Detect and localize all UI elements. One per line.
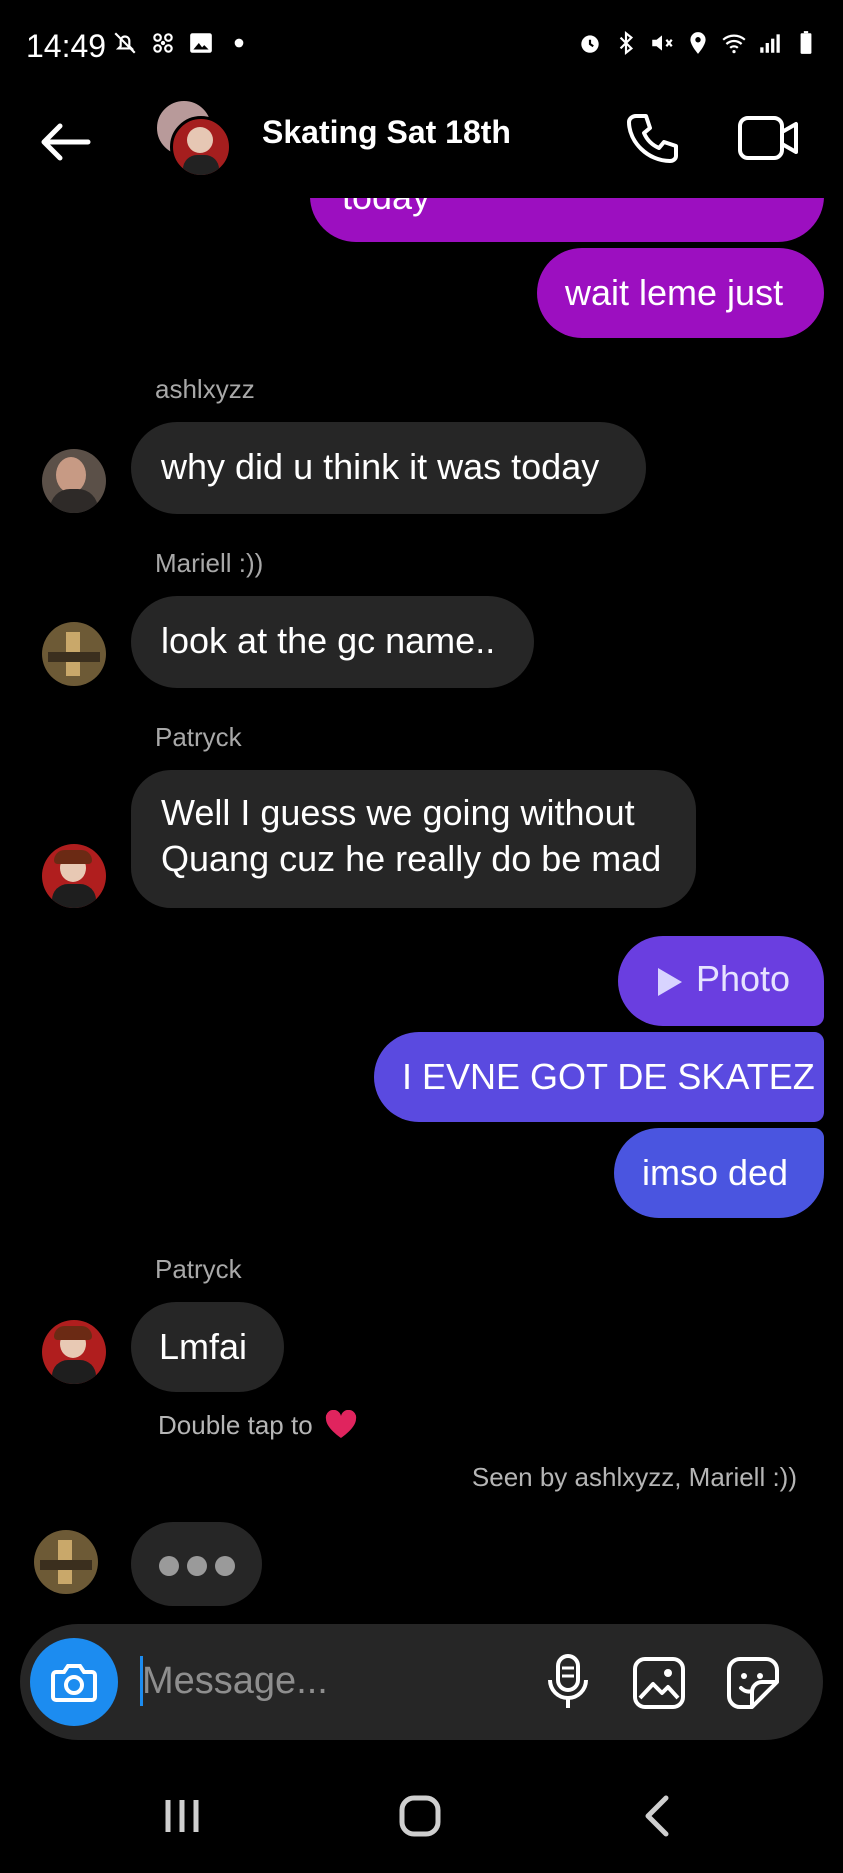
back-button[interactable] <box>34 114 94 170</box>
message-text: I EVNE GOT DE SKATEZ <box>402 1056 815 1097</box>
status-time: 14:49 <box>26 28 107 64</box>
avatar-front <box>170 116 232 178</box>
location-icon <box>690 32 706 54</box>
message-text: imso ded <box>642 1152 789 1193</box>
avatar[interactable] <box>34 1530 98 1594</box>
avatar[interactable] <box>42 449 106 513</box>
voice-button[interactable] <box>546 1652 590 1712</box>
heart-icon <box>325 1409 357 1438</box>
message-text: wait leme just <box>565 272 784 313</box>
dot-icon <box>234 38 244 48</box>
home-button[interactable] <box>398 1794 442 1838</box>
message-text: today <box>342 198 430 218</box>
fan-icon <box>153 33 173 53</box>
signal-icon <box>760 34 780 53</box>
outgoing-photo-message[interactable]: Photo <box>618 936 824 1026</box>
status-icons-right <box>577 30 819 56</box>
avatar[interactable] <box>42 622 106 686</box>
typing-indicator <box>131 1522 262 1606</box>
mute-icon <box>652 35 673 51</box>
double-tap-hint[interactable]: Double tap to <box>158 1409 358 1441</box>
gallery-icon <box>633 1657 685 1709</box>
outgoing-message[interactable]: I EVNE GOT DE SKATEZ <box>374 1032 824 1122</box>
video-call-button[interactable] <box>736 108 802 168</box>
incoming-message[interactable]: why did u think it was today <box>131 422 646 514</box>
incoming-message[interactable]: Lmfai <box>131 1302 284 1392</box>
camera-button[interactable] <box>30 1638 118 1726</box>
sender-name: Patryck <box>155 722 242 752</box>
chat-title[interactable]: Skating Sat 18th <box>262 114 511 151</box>
microphone-icon <box>548 1654 588 1708</box>
incoming-message[interactable]: look at the gc name.. <box>131 596 534 688</box>
status-icons-left <box>112 30 252 56</box>
battery-icon <box>800 31 812 54</box>
sticker-icon <box>727 1657 779 1709</box>
home-icon <box>399 1795 441 1837</box>
play-icon <box>658 968 682 996</box>
message-line: Well I guess we going without <box>161 792 635 833</box>
avatar[interactable] <box>42 1320 106 1384</box>
sticker-button[interactable] <box>726 1656 780 1710</box>
camera-icon <box>51 1664 97 1702</box>
bluetooth-icon <box>619 30 634 56</box>
photo-label: Photo <box>696 958 791 999</box>
phone-icon <box>627 114 678 163</box>
message-input[interactable]: Message... <box>142 1660 328 1703</box>
call-button[interactable] <box>622 108 682 168</box>
recent-apps-icon <box>165 1800 199 1832</box>
avatar[interactable] <box>42 844 106 908</box>
message-text: Lmfai <box>159 1326 248 1367</box>
double-tap-text: Double tap to <box>158 1410 313 1440</box>
recent-apps-button[interactable] <box>162 1796 202 1836</box>
message-text: look at the gc name.. <box>161 620 496 661</box>
back-arrow-icon <box>41 123 91 161</box>
group-avatar[interactable] <box>150 96 232 178</box>
seen-by: Seen by ashlxyzz, Mariell :)) <box>471 1462 797 1492</box>
outgoing-message[interactable]: wait leme just <box>537 248 824 338</box>
nav-back-button[interactable] <box>642 1794 672 1838</box>
video-camera-icon <box>738 116 798 160</box>
gallery-button[interactable] <box>632 1656 686 1710</box>
sender-name: Mariell :)) <box>155 548 264 578</box>
incoming-message[interactable]: Well I guess we going without Quang cuz … <box>131 770 696 908</box>
gallery-icon <box>190 33 212 53</box>
message-text: why did u think it was today <box>161 446 600 487</box>
outgoing-message[interactable]: imso ded <box>614 1128 824 1218</box>
wifi-icon <box>722 34 746 54</box>
alarm-icon <box>581 35 599 53</box>
sender-name: Patryck <box>155 1254 242 1284</box>
back-icon <box>645 1795 669 1837</box>
outgoing-message[interactable]: today <box>310 198 824 242</box>
message-line: Quang cuz he really do be mad <box>161 838 662 879</box>
notifications-off-icon <box>114 32 136 54</box>
message-list[interactable]: today wait leme just ashlxyzz why did u … <box>0 198 843 1618</box>
sender-name: ashlxyzz <box>155 374 255 404</box>
